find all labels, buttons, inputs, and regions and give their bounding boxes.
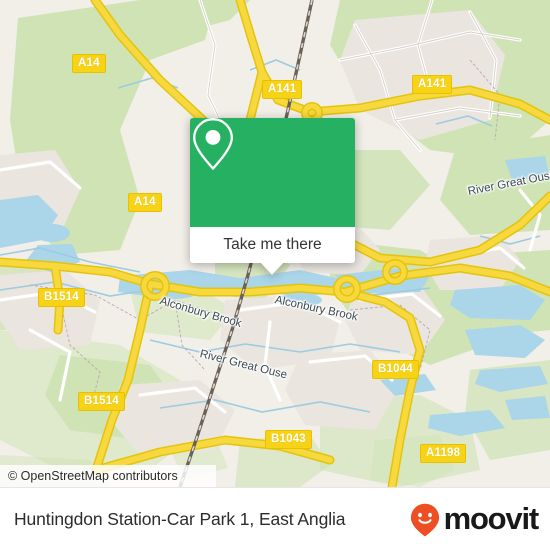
road-shield: B1044 <box>372 360 419 379</box>
popup-header <box>190 118 355 227</box>
page-title: Huntingdon Station-Car Park 1, East Angl… <box>14 509 346 529</box>
location-pin-icon <box>193 118 233 170</box>
map-canvas[interactable]: A14 A141 A141 A14 B1514 B1044 B1514 B104… <box>0 0 550 487</box>
popup-tail <box>260 262 284 275</box>
moovit-smiley-pin-icon <box>410 503 439 536</box>
road-shield: B1514 <box>38 288 85 307</box>
road-shield: A1198 <box>420 444 467 463</box>
road-shield: A141 <box>262 80 303 99</box>
road-shield: A14 <box>128 193 162 212</box>
map-attribution: © OpenStreetMap contributors <box>0 465 216 487</box>
location-popup-card[interactable]: Take me there <box>190 118 355 275</box>
moovit-map-screenshot: A14 A141 A141 A14 B1514 B1044 B1514 B104… <box>0 0 550 550</box>
popup-footer[interactable]: Take me there <box>190 227 355 263</box>
moovit-wordmark: moovit <box>443 500 540 536</box>
road-shield: A14 <box>72 54 106 73</box>
take-me-there-label: Take me there <box>223 236 322 253</box>
road-shield: A141 <box>412 75 453 94</box>
road-shield: B1514 <box>78 392 125 411</box>
road-shield: B1043 <box>265 430 312 449</box>
moovit-brand[interactable]: moovit <box>410 488 540 550</box>
footer-bar: Huntingdon Station-Car Park 1, East Angl… <box>0 487 550 550</box>
